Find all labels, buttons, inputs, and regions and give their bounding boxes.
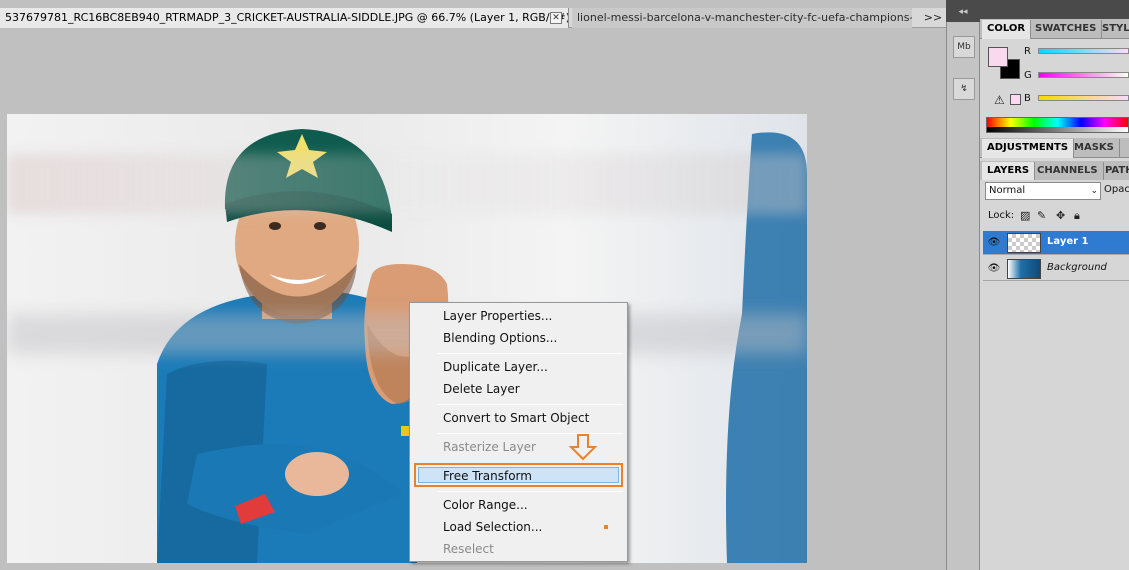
blend-mode-value: Normal [989, 185, 1026, 196]
tab-color[interactable]: COLOR [982, 20, 1032, 39]
layer-name: Background [1047, 262, 1107, 273]
mini-bridge-icon[interactable]: Mb [953, 36, 975, 58]
menu-item-color-range[interactable]: Color Range... [443, 495, 528, 515]
layer-name: Layer 1 [1047, 236, 1089, 247]
panels-top-strip [980, 0, 1129, 20]
panel-tool-strip: Mb ↯ [946, 22, 980, 570]
green-slider[interactable] [1038, 72, 1129, 78]
menu-separator [438, 353, 623, 354]
layer-thumbnail [1007, 233, 1041, 253]
document-tab-active-label: 537679781_RC16BC8EB940_RTRMADP_3_CRICKET… [5, 11, 569, 24]
color-panel-tabs: COLOR SWATCHES STYLE [980, 19, 1129, 39]
marker-dot-icon [604, 525, 608, 529]
channel-label-r: R [1024, 46, 1031, 57]
photo-background-blur [7, 154, 807, 214]
tab-layers[interactable]: LAYERS [982, 162, 1036, 181]
layer-row-background[interactable]: 👁︎ Background [983, 257, 1129, 281]
blend-mode-select[interactable]: Normal ⌄ [985, 182, 1101, 200]
tab-swatches[interactable]: SWATCHES [1030, 20, 1103, 39]
lock-position-icon[interactable]: ✥ [1056, 209, 1065, 222]
eye-icon[interactable]: 👁︎ [987, 236, 1001, 250]
collapse-panels-icon[interactable]: ◂◂ [946, 6, 980, 18]
channel-label-b: B [1024, 93, 1031, 104]
menu-item-load-selection[interactable]: Load Selection... [443, 517, 542, 537]
eye-left [269, 222, 281, 230]
document-image[interactable] [7, 114, 807, 563]
gamut-warning-icon[interactable]: ⚠ [994, 93, 1005, 107]
channel-label-g: G [1024, 70, 1032, 81]
menu-separator [438, 491, 623, 492]
document-tab-bar: 537679781_RC16BC8EB940_RTRMADP_3_CRICKET… [0, 8, 946, 28]
opacity-label: Opac [1104, 184, 1129, 195]
red-slider[interactable] [1038, 48, 1129, 54]
lock-all-icon[interactable]: 🔒︎ [1074, 209, 1080, 223]
hand [285, 452, 349, 496]
layer-context-menu: Layer Properties... Blending Options... … [409, 302, 628, 562]
menu-item-rasterize-layer: Rasterize Layer [443, 440, 536, 454]
menu-item-duplicate-layer[interactable]: Duplicate Layer... [443, 357, 548, 377]
history-icon[interactable]: ↯ [953, 78, 975, 100]
color-spectrum-bar[interactable] [986, 117, 1129, 133]
menu-item-delete-layer[interactable]: Delete Layer [443, 379, 520, 399]
chevron-down-icon: ⌄ [1090, 186, 1098, 196]
lock-image-pixels-icon[interactable]: ✎ [1037, 209, 1046, 222]
layers-panel: Normal ⌄ Opac Lock: ▨ ✎ ✥ 🔒︎ 👁︎ Layer 1 … [980, 180, 1129, 570]
document-tab-active[interactable]: 537679781_RC16BC8EB940_RTRMADP_3_CRICKET… [0, 8, 569, 28]
menu-item-layer-properties[interactable]: Layer Properties... [443, 306, 552, 326]
menu-item-convert-to-smart-object[interactable]: Convert to Smart Object [443, 408, 589, 428]
color-panel: R G ⚠ B [980, 39, 1129, 136]
foreground-color-swatch[interactable] [988, 47, 1008, 67]
tab-paths[interactable]: PATH [1100, 162, 1129, 181]
adjustments-panel-tabs: ADJUSTMENTS MASKS [980, 138, 1129, 158]
eye-icon[interactable]: 👁︎ [987, 262, 1001, 276]
eye-right [314, 222, 326, 230]
menu-item-reselect: Reselect [443, 542, 494, 556]
menu-item-blending-options[interactable]: Blending Options... [443, 328, 557, 348]
menu-item-free-transform[interactable]: Free Transform [443, 466, 532, 486]
jersey-detail [401, 426, 409, 436]
menu-separator [438, 404, 623, 405]
gamut-color-swatch[interactable] [1010, 94, 1021, 105]
canvas-area[interactable]: Layer Properties... Blending Options... … [0, 29, 946, 570]
tab-adjustments[interactable]: ADJUSTMENTS [982, 139, 1075, 158]
blue-slider[interactable] [1038, 95, 1129, 101]
layer-row-layer-1[interactable]: 👁︎ Layer 1 [983, 231, 1129, 255]
tabs-overflow-icon[interactable]: >> [922, 8, 944, 28]
tab-channels[interactable]: CHANNELS [1032, 162, 1104, 181]
lock-label: Lock: [988, 210, 1015, 221]
layer-thumbnail [1007, 259, 1041, 279]
tab-styles[interactable]: STYLE [1097, 20, 1129, 39]
document-tab-second-label: lionel-messi-barcelona-v-manchester-city… [577, 11, 912, 24]
arrow-down-icon [568, 434, 598, 461]
photo-background-blur [7, 314, 807, 354]
lock-transparent-pixels-icon[interactable]: ▨ [1020, 209, 1030, 222]
layers-panel-tabs: LAYERS CHANNELS PATH [980, 161, 1129, 181]
close-tab-icon[interactable]: ✕ [550, 12, 562, 24]
tab-masks[interactable]: MASKS [1069, 139, 1120, 158]
document-tab-second[interactable]: lionel-messi-barcelona-v-manchester-city… [572, 8, 912, 28]
